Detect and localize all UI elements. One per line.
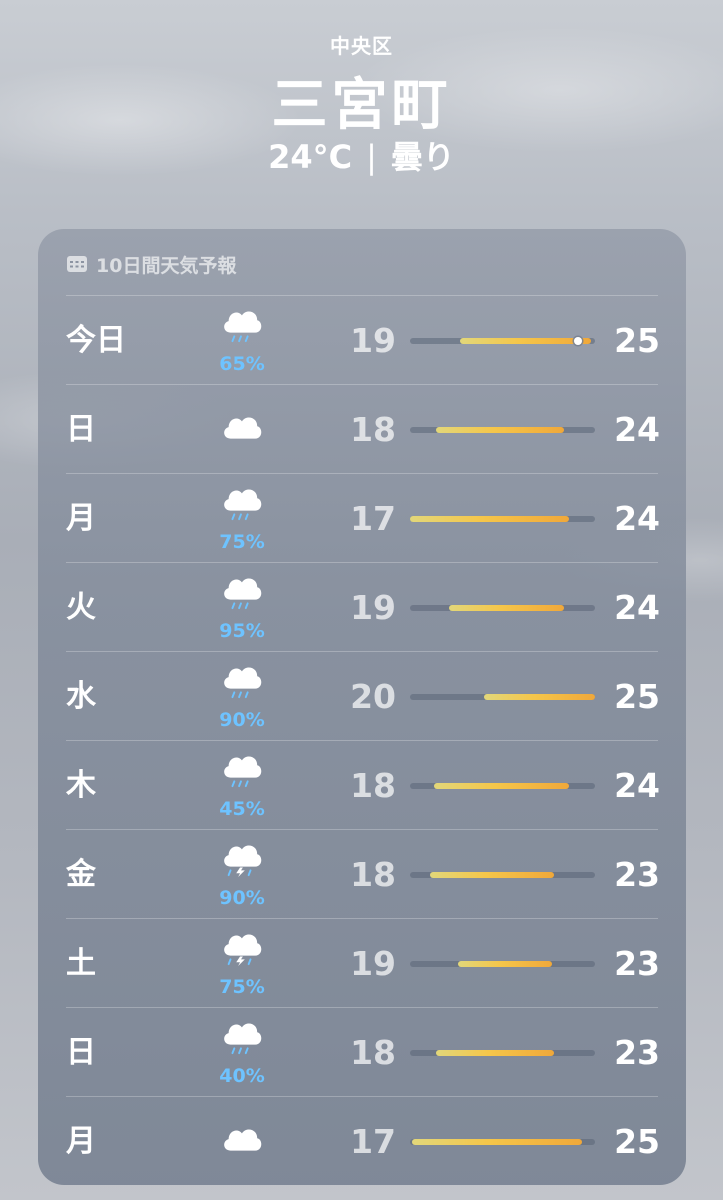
temperature-range-bar — [458, 961, 553, 967]
high-temp: 25 — [614, 321, 660, 360]
city-name: 三宮町 — [271, 73, 452, 138]
temperature-range-bar — [411, 1139, 583, 1145]
weather-icon-group: 65% — [212, 296, 272, 385]
temperature-range-bar — [410, 516, 570, 522]
temperature-range-track — [410, 337, 595, 345]
forecast-title: 10日間天気予報 — [96, 254, 237, 277]
forecast-row[interactable]: 今日 65% 19 25 — [38, 296, 686, 385]
weather-icon-group — [212, 385, 272, 474]
forecast-header: 10日間天気予報 — [66, 249, 236, 279]
weather-icon-group: 40% — [212, 1008, 272, 1097]
weather-icon-group: 75% — [212, 474, 272, 563]
high-temp: 23 — [614, 944, 660, 983]
day-label: 水 — [66, 679, 96, 714]
forecast-row[interactable]: 金 90% 18 23 — [38, 830, 686, 919]
high-temp: 24 — [614, 766, 660, 805]
day-label: 月 — [66, 501, 96, 536]
day-label: 今日 — [66, 323, 126, 358]
day-label: 火 — [66, 590, 96, 625]
precipitation-chance: 45% — [219, 798, 265, 820]
forecast-row[interactable]: 日 40% 18 23 — [38, 1008, 686, 1097]
low-temp: 19 — [350, 944, 396, 983]
precipitation-chance: 90% — [219, 887, 265, 909]
low-temp: 17 — [350, 499, 396, 538]
temperature-range-bar — [435, 1050, 555, 1056]
district-name: 中央区 — [330, 34, 393, 58]
temperature-range-bar — [430, 872, 555, 878]
low-temp: 18 — [350, 766, 396, 805]
ten-day-forecast-card[interactable]: 10日間天気予報 今日 65% 19 25 日 18 24 月 75% 17 24 火 95% 19 24 水… — [38, 229, 686, 1185]
high-temp: 24 — [614, 499, 660, 538]
low-temp: 18 — [350, 410, 396, 449]
forecast-row[interactable]: 月 75% 17 24 — [38, 474, 686, 563]
day-label: 土 — [66, 946, 96, 981]
weather-icon-group: 95% — [212, 563, 272, 652]
weather-icon-group: 90% — [212, 830, 272, 919]
low-temp: 19 — [350, 321, 396, 360]
forecast-row[interactable]: 水 90% 20 25 — [38, 652, 686, 741]
temperature-range-track — [410, 1139, 595, 1145]
current-condition: 曇り — [390, 138, 455, 176]
precipitation-chance: 65% — [219, 353, 265, 375]
forecast-row[interactable]: 土 75% 19 23 — [38, 919, 686, 1008]
weather-icon-group: 45% — [212, 741, 272, 830]
forecast-row[interactable]: 木 45% 18 24 — [38, 741, 686, 830]
low-temp: 20 — [350, 677, 396, 716]
temperature-range-track — [410, 605, 595, 611]
temperature-range-bar — [484, 694, 595, 700]
high-temp: 25 — [614, 677, 660, 716]
temperature-range-track — [410, 516, 595, 522]
temperature-range-track — [410, 427, 595, 433]
temperature-range-track — [410, 1050, 595, 1056]
weather-icon-group: 75% — [212, 919, 272, 1008]
day-label: 日 — [66, 412, 96, 447]
temperature-range-track — [410, 783, 595, 789]
weather-icon-group: 90% — [212, 652, 272, 741]
calendar-icon — [67, 256, 87, 272]
temperature-range-track — [410, 961, 595, 967]
low-temp: 17 — [350, 1122, 396, 1161]
low-temp: 18 — [350, 855, 396, 894]
precipitation-chance: 75% — [219, 531, 265, 553]
weather-icon-group — [212, 1097, 272, 1186]
precipitation-chance: 90% — [219, 709, 265, 731]
temperature-range-track — [410, 872, 595, 878]
day-label: 金 — [66, 857, 96, 892]
temperature-range-bar — [434, 783, 570, 789]
forecast-row[interactable]: 日 18 24 — [38, 385, 686, 474]
high-temp: 23 — [614, 1033, 660, 1072]
day-label: 月 — [66, 1124, 96, 1159]
current-conditions: 24°C | 曇り — [0, 132, 723, 178]
temperature-range-bar — [448, 605, 564, 611]
precipitation-chance: 95% — [219, 620, 265, 642]
day-label: 日 — [66, 1035, 96, 1070]
high-temp: 24 — [614, 410, 660, 449]
temperature-range-bar — [435, 427, 564, 433]
temperature-range-bar — [459, 338, 592, 344]
high-temp: 23 — [614, 855, 660, 894]
current-temperature: 24°C — [268, 138, 353, 176]
temperature-range-track — [410, 694, 595, 700]
forecast-row[interactable]: 月 17 25 — [38, 1097, 686, 1186]
day-label: 木 — [66, 768, 96, 803]
separator: | — [366, 138, 377, 176]
low-temp: 18 — [350, 1033, 396, 1072]
low-temp: 19 — [350, 588, 396, 627]
precipitation-chance: 75% — [219, 976, 265, 998]
forecast-row[interactable]: 火 95% 19 24 — [38, 563, 686, 652]
high-temp: 25 — [614, 1122, 660, 1161]
precipitation-chance: 40% — [219, 1065, 265, 1087]
high-temp: 24 — [614, 588, 660, 627]
